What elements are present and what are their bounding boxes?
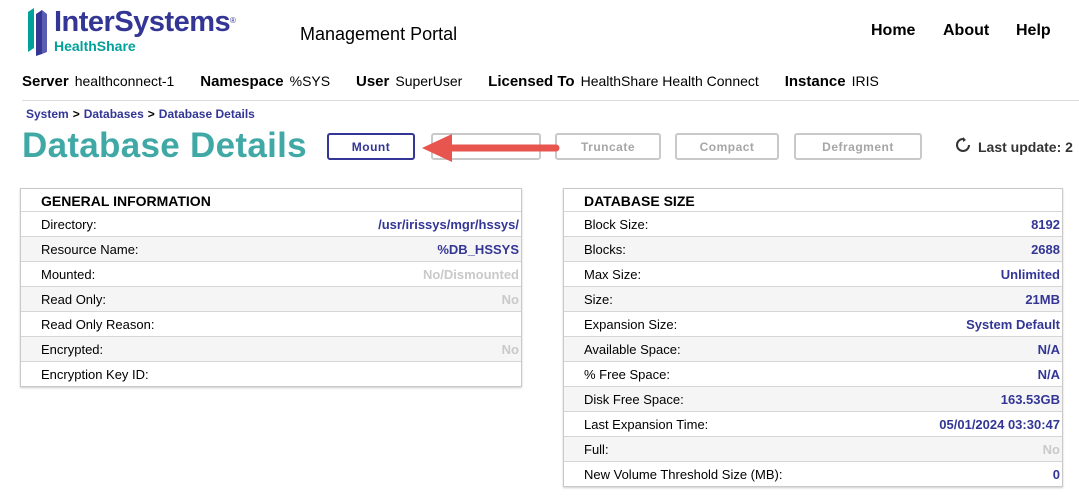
- table-row: New Volume Threshold Size (MB): 0: [564, 461, 1062, 486]
- breadcrumb: System > Databases > Database Details: [26, 107, 255, 121]
- row-value: 0: [1052, 466, 1060, 482]
- registered-mark: ®: [230, 16, 236, 25]
- panel-title: GENERAL INFORMATION: [41, 193, 211, 209]
- table-row: Encrypted: No: [21, 336, 521, 361]
- nav-help[interactable]: Help: [1016, 22, 1051, 40]
- general-information-panel: GENERAL INFORMATION Directory: /usr/iriss…: [20, 188, 522, 387]
- truncate-button[interactable]: Truncate: [555, 133, 661, 160]
- table-row: Block Size: 8192: [564, 211, 1062, 236]
- user-label: User: [356, 73, 390, 90]
- row-label: Encrypted:: [41, 341, 104, 357]
- table-row: Read Only: No: [21, 286, 521, 311]
- row-value: 21MB: [1025, 291, 1060, 307]
- row-label: New Volume Threshold Size (MB):: [584, 466, 783, 482]
- intersystems-logo: InterSystems ® HealthShare: [26, 6, 256, 58]
- table-row: Max Size: Unlimited: [564, 261, 1062, 286]
- nav-about[interactable]: About: [943, 22, 989, 40]
- table-row: Resource Name: %DB_HSSYS: [21, 236, 521, 261]
- licensed-to-label: Licensed To: [488, 73, 575, 90]
- row-label: Mounted:: [41, 266, 96, 282]
- mount-button[interactable]: Mount: [327, 133, 415, 160]
- breadcrumb-separator: >: [72, 107, 80, 121]
- table-row: % Free Space: N/A: [564, 361, 1062, 386]
- row-value: 163.53GB: [1000, 391, 1060, 407]
- nav-home[interactable]: Home: [871, 22, 915, 40]
- instance-value: IRIS: [851, 73, 879, 89]
- table-row: Read Only Reason:: [21, 311, 521, 336]
- row-value: 8192: [1031, 216, 1060, 232]
- breadcrumb-system[interactable]: System: [26, 107, 69, 121]
- dismount-button[interactable]: [431, 133, 541, 160]
- row-value: 05/01/2024 03:30:47: [939, 416, 1060, 432]
- instance-label: Instance: [784, 73, 846, 90]
- row-label: Full:: [584, 441, 609, 457]
- row-value: /usr/irissys/mgr/hssys/: [378, 216, 519, 232]
- server-label: Server: [22, 73, 69, 90]
- defragment-button[interactable]: Defragment: [794, 133, 922, 160]
- table-row: Directory: /usr/irissys/mgr/hssys/: [21, 211, 521, 236]
- table-row: Full: No: [564, 436, 1062, 461]
- row-value: No: [501, 341, 519, 357]
- row-label: Disk Free Space:: [584, 391, 684, 407]
- compact-button[interactable]: Compact: [675, 133, 779, 160]
- row-value: No: [501, 291, 519, 307]
- row-label: Read Only:: [41, 291, 107, 307]
- panel-title: DATABASE SIZE: [584, 193, 695, 209]
- page-title: Database Details: [22, 126, 307, 165]
- table-row: Mounted: No/Dismounted: [21, 261, 521, 286]
- row-value: N/A: [1037, 341, 1060, 357]
- row-value: No/Dismounted: [422, 266, 519, 282]
- licensed-to-value: HealthShare Health Connect: [580, 73, 759, 89]
- table-row: Blocks: 2688: [564, 236, 1062, 261]
- row-label: Available Space:: [584, 341, 681, 357]
- row-label: Blocks:: [584, 241, 626, 257]
- row-label: % Free Space:: [584, 366, 670, 382]
- table-row: Size: 21MB: [564, 286, 1062, 311]
- row-label: Block Size:: [584, 216, 649, 232]
- row-value: 2688: [1031, 241, 1060, 257]
- row-label: Expansion Size:: [584, 316, 678, 332]
- namespace-label: Namespace: [200, 73, 284, 90]
- row-label: Directory:: [41, 216, 97, 232]
- last-update-text: Last update: 2: [978, 139, 1073, 155]
- database-size-rows: Block Size: 8192 Blocks: 2688 Max Size: Unlim…: [564, 211, 1062, 486]
- table-row: Disk Free Space: 163.53GB: [564, 386, 1062, 411]
- logo-subtext: HealthShare: [54, 38, 136, 54]
- row-value: N/A: [1037, 366, 1060, 382]
- database-size-panel: DATABASE SIZE Block Size: 8192 Blocks: 2688…: [563, 188, 1063, 487]
- table-row: Encryption Key ID:: [21, 361, 521, 386]
- row-value: Unlimited: [1000, 266, 1060, 282]
- breadcrumb-separator: >: [147, 107, 155, 121]
- row-label: Max Size:: [584, 266, 642, 282]
- user-value: SuperUser: [395, 73, 463, 89]
- table-row: Last Expansion Time: 05/01/2024 03:30:47: [564, 411, 1062, 436]
- table-row: Available Space: N/A: [564, 336, 1062, 361]
- row-value: System Default: [966, 316, 1060, 332]
- logo-mark-icon: [28, 8, 47, 56]
- breadcrumb-database-details[interactable]: Database Details: [159, 107, 255, 121]
- logo-text: InterSystems: [54, 6, 231, 38]
- row-value: No: [1042, 441, 1060, 457]
- row-label: Encryption Key ID:: [41, 366, 149, 382]
- server-value: healthconnect-1: [74, 73, 175, 89]
- general-information-rows: Directory: /usr/irissys/mgr/hssys/Resourc…: [21, 211, 521, 386]
- row-label: Read Only Reason:: [41, 316, 155, 332]
- row-label: Size:: [584, 291, 613, 307]
- table-row: Expansion Size: System Default: [564, 311, 1062, 336]
- context-info-bar: Server healthconnect-1 Namespace %SYS User…: [22, 73, 901, 93]
- namespace-value: %SYS: [289, 73, 331, 89]
- divider: [22, 100, 1079, 101]
- breadcrumb-databases[interactable]: Databases: [84, 107, 144, 121]
- refresh-icon[interactable]: [955, 137, 971, 153]
- row-label: Resource Name:: [41, 241, 139, 257]
- row-label: Last Expansion Time:: [584, 416, 709, 432]
- portal-title: Management Portal: [300, 24, 458, 44]
- row-value: %DB_HSSYS: [437, 241, 519, 257]
